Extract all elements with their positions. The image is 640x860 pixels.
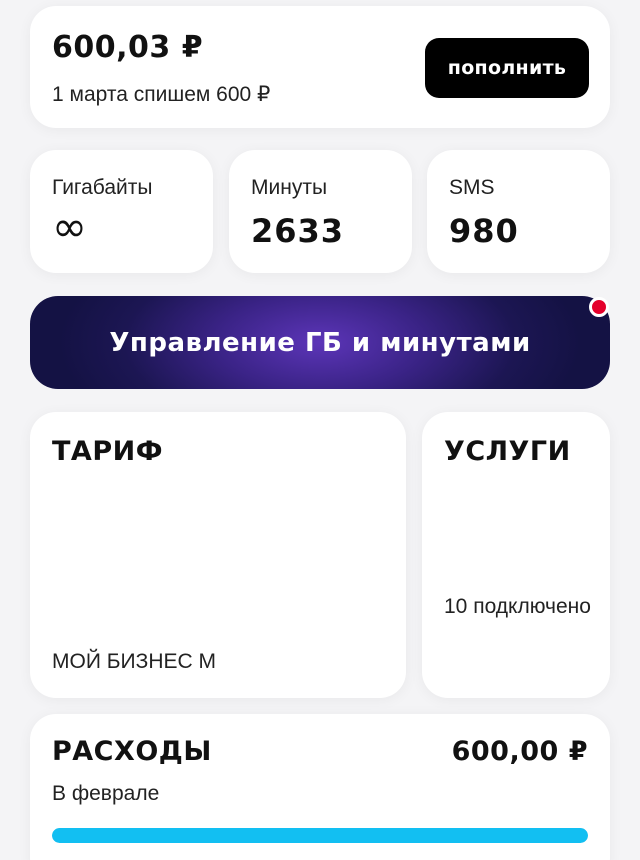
manage-gb-minutes-label: Управление ГБ и минутами <box>109 327 531 358</box>
services-card[interactable]: УСЛУГИ 10 подключено <box>422 412 610 698</box>
services-title: УСЛУГИ <box>444 436 571 467</box>
tariff-card[interactable]: ТАРИФ МОЙ БИЗНЕС М <box>30 412 406 698</box>
next-charge-note: 1 марта спишем 600 ₽ <box>52 83 271 106</box>
balance-card: 600,03 ₽ 1 марта спишем 600 ₽ пополнить <box>30 6 610 128</box>
topup-button[interactable]: пополнить <box>425 38 589 98</box>
gigabytes-counter-card[interactable]: Гигабайты ∞ <box>30 150 213 273</box>
notification-dot-icon <box>589 297 609 317</box>
manage-gb-minutes-button[interactable]: Управление ГБ и минутами <box>30 296 610 389</box>
services-count: 10 подключено <box>444 595 591 618</box>
balance-amount: 600,03 ₽ <box>52 30 204 65</box>
minutes-value: 2633 <box>251 212 345 250</box>
infinity-icon: ∞ <box>52 202 88 251</box>
expenses-title: РАСХОДЫ <box>52 736 212 767</box>
expenses-period: В феврале <box>52 782 160 805</box>
tariff-title: ТАРИФ <box>52 436 163 467</box>
sms-counter-card[interactable]: SMS 980 <box>427 150 610 273</box>
tariff-name: МОЙ БИЗНЕС М <box>52 650 216 673</box>
sms-label: SMS <box>449 176 495 199</box>
sms-value: 980 <box>449 212 519 250</box>
expenses-progress-bar <box>52 828 588 843</box>
minutes-counter-card[interactable]: Минуты 2633 <box>229 150 412 273</box>
expenses-card[interactable]: РАСХОДЫ 600,00 ₽ В феврале <box>30 714 610 860</box>
minutes-label: Минуты <box>251 176 328 199</box>
expenses-amount: 600,00 ₽ <box>451 736 588 767</box>
expenses-progress-fill <box>52 828 588 843</box>
gigabytes-label: Гигабайты <box>52 176 153 199</box>
